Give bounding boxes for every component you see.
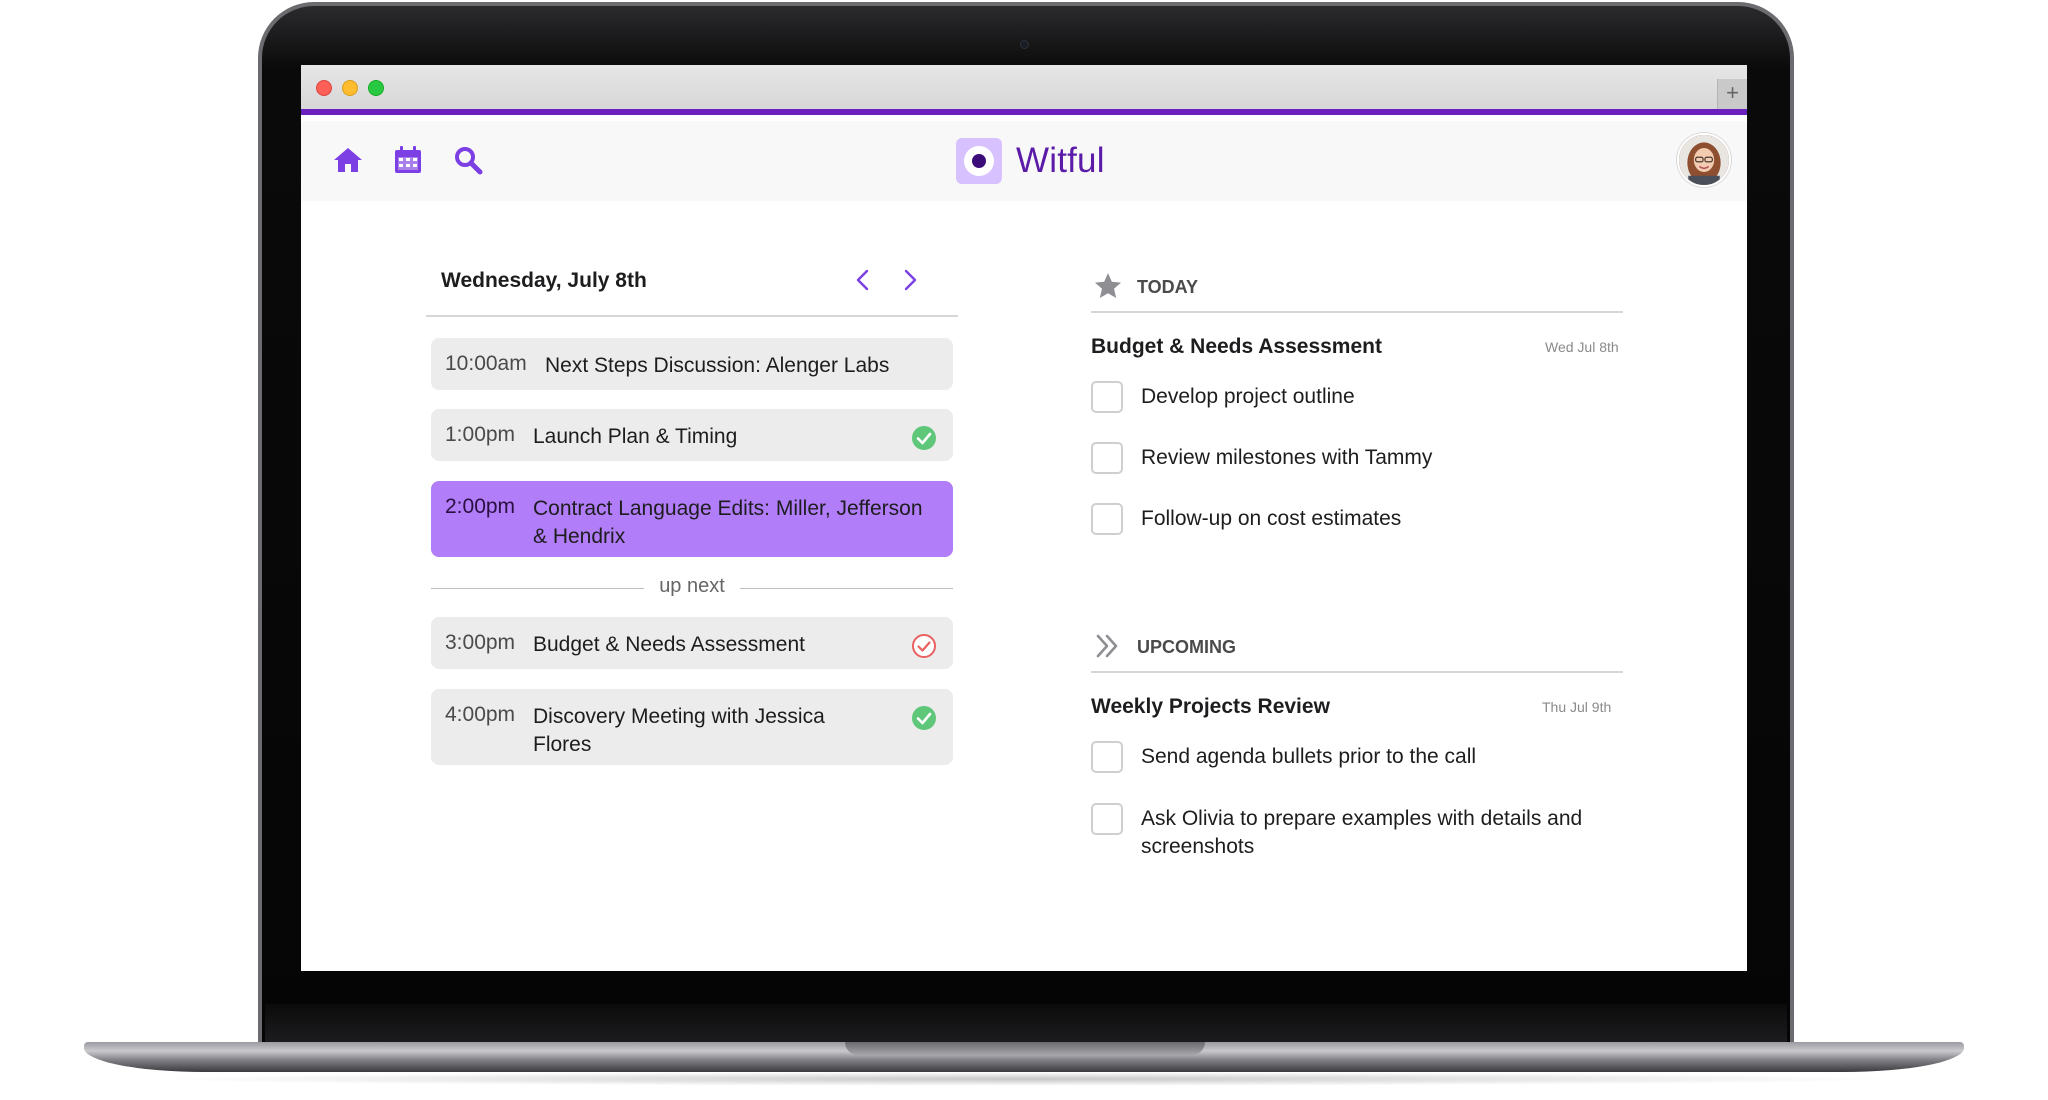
event-title: Contract Language Edits: Miller, Jeffers… [533, 497, 923, 548]
event-item[interactable]: 1:00pm Launch Plan & Timing [431, 409, 953, 461]
event-time: 4:00pm [445, 703, 516, 726]
task-checkbox[interactable] [1091, 442, 1123, 474]
up-next-label: up next [659, 575, 725, 597]
task-group-title: Weekly Projects Review [1091, 695, 1330, 718]
minimize-window-button[interactable] [342, 80, 358, 96]
completed-check-icon [911, 705, 937, 731]
event-time: 10:00am [445, 352, 527, 375]
task-text: Send agenda bullets prior to the call [1141, 745, 1477, 768]
screen: + Witful Wednesday, July 8th 10:00am Nex… [301, 65, 1747, 971]
upcoming-label: UPCOMING [1137, 637, 1236, 657]
double-chevron-right-icon [1093, 631, 1123, 661]
task-group-date: Thu Jul 9th [1542, 699, 1612, 715]
upcoming-section-header: UPCOMING [1091, 629, 1623, 673]
event-title: Discovery Meeting with Jessica Flores [533, 705, 825, 756]
task-checkbox[interactable] [1091, 741, 1123, 773]
event-item-active[interactable]: 2:00pm Contract Language Edits: Miller, … [431, 481, 953, 557]
event-time: 1:00pm [445, 423, 516, 446]
witful-logo-icon [956, 138, 1002, 184]
search-icon[interactable] [451, 143, 485, 177]
close-window-button[interactable] [316, 80, 332, 96]
event-time: 3:00pm [445, 631, 516, 654]
previous-day-button[interactable] [851, 267, 877, 293]
event-title: Budget & Needs Assessment [533, 633, 805, 656]
laptop-notch [845, 1042, 1205, 1055]
event-item[interactable]: 10:00am Next Steps Discussion: Alenger L… [431, 338, 953, 390]
brand-name: Witful [1016, 141, 1105, 180]
task-checkbox[interactable] [1091, 803, 1123, 835]
user-avatar[interactable] [1677, 133, 1731, 187]
next-day-button[interactable] [896, 267, 922, 293]
schedule-header: Wednesday, July 8th [426, 265, 958, 317]
app-header: Witful [301, 121, 1747, 201]
up-next-divider: up next [431, 573, 953, 603]
window-titlebar: + [301, 65, 1747, 115]
event-time: 2:00pm [445, 495, 516, 518]
brand[interactable]: Witful [956, 138, 1105, 184]
event-item[interactable]: 3:00pm Budget & Needs Assessment [431, 617, 953, 669]
star-icon [1093, 271, 1123, 301]
calendar-icon[interactable] [391, 143, 425, 177]
event-title: Next Steps Discussion: Alenger Labs [545, 354, 890, 377]
home-icon[interactable] [331, 143, 365, 177]
task-group-title: Budget & Needs Assessment [1091, 335, 1382, 358]
event-item[interactable]: 4:00pm Discovery Meeting with Jessica Fl… [431, 689, 953, 765]
task-checkbox[interactable] [1091, 381, 1123, 413]
new-tab-button[interactable]: + [1717, 79, 1747, 109]
today-label: TODAY [1137, 277, 1199, 297]
task-text: Ask Olivia to prepare examples with deta… [1141, 807, 1583, 858]
task-text: Follow-up on cost estimates [1141, 507, 1402, 530]
today-section-header: TODAY [1091, 269, 1623, 313]
task-group-date: Wed Jul 8th [1545, 339, 1619, 355]
webcam [1020, 40, 1029, 49]
task-text: Review milestones with Tammy [1141, 446, 1433, 469]
laptop-chin [265, 1004, 1787, 1042]
task-text: Develop project outline [1141, 385, 1355, 408]
maximize-window-button[interactable] [368, 80, 384, 96]
task-checkbox[interactable] [1091, 503, 1123, 535]
schedule-date: Wednesday, July 8th [441, 269, 647, 292]
event-title: Launch Plan & Timing [533, 425, 738, 448]
pending-check-icon [911, 633, 937, 659]
completed-check-icon [911, 425, 937, 451]
laptop-shadow [140, 1072, 1908, 1086]
